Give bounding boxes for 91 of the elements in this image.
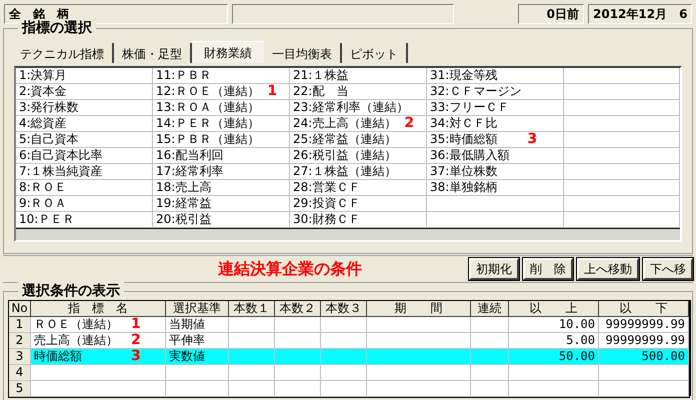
column-header[interactable]: 期 間 xyxy=(367,301,471,317)
annotation-number: 2 xyxy=(131,333,141,348)
table-cell: 500.00 xyxy=(642,349,685,363)
days-ago-field: 0日前 xyxy=(518,4,584,24)
column-header[interactable]: No xyxy=(9,301,31,317)
table-cell: 10.00 xyxy=(558,317,595,331)
indicator-item[interactable]: 12:ＲＯＥ（連結） xyxy=(156,84,260,99)
indicator-item[interactable]: 14:ＰＥＲ（連結） xyxy=(156,116,260,131)
indicator-item[interactable]: 1:決算月 xyxy=(19,68,67,83)
indicator-item[interactable]: 11:ＰＢＲ xyxy=(156,68,212,83)
indicator-item[interactable]: 24:売上高（連結） xyxy=(293,116,396,131)
tab[interactable]: 一目均衡表 xyxy=(264,43,342,63)
table-row[interactable]: 2 売上高（連結） 2 平伸率 5.00 99999999.99 xyxy=(9,333,689,349)
indicator-item[interactable]: 6:自己資本比率 xyxy=(19,148,103,163)
table-cell: 50.00 xyxy=(558,349,595,363)
column-header[interactable]: 連続 xyxy=(471,301,509,317)
table-cell: 平伸率 xyxy=(169,333,205,347)
indicator-item[interactable]: 5:自己資本 xyxy=(19,132,79,147)
indicator-item[interactable]: 38:単独銘柄 xyxy=(430,180,498,195)
annotation-number: 3 xyxy=(131,349,141,364)
indicator-item[interactable]: 8:ＲＯＥ xyxy=(19,180,67,195)
table-row[interactable]: 1 ＲＯＥ（連結） 1 当期値 10.00 99999999.99 xyxy=(9,317,689,333)
table-cell: 5.00 xyxy=(566,333,595,347)
column-header[interactable]: 本数２ xyxy=(275,301,321,317)
indicator-item[interactable]: 21:１株益 xyxy=(293,68,348,83)
table-cell: 1 xyxy=(16,317,24,331)
toolbar-button[interactable]: 初期化 xyxy=(469,258,519,280)
column-header[interactable]: 本数３ xyxy=(321,301,367,317)
table-cell: 実数値 xyxy=(169,349,205,363)
group-title: 指標の選択 xyxy=(18,19,96,37)
blank-field[interactable] xyxy=(232,4,454,24)
indicator-item[interactable]: 17:経常利率 xyxy=(156,164,224,179)
date-field: 2012年12月 6 xyxy=(588,4,692,24)
indicator-item[interactable]: 30:財務ＣＦ xyxy=(293,212,360,227)
table-cell: 売上高（連結） xyxy=(34,333,118,347)
table-cell: 99999999.99 xyxy=(606,317,685,331)
indicator-item[interactable]: 19:経常益 xyxy=(156,196,212,211)
table-row[interactable]: 5 xyxy=(9,381,689,397)
column-header[interactable]: 本数１ xyxy=(229,301,275,317)
column-header[interactable]: 以 上 xyxy=(509,301,599,317)
indicator-item[interactable]: 15:ＰＢＲ（連結） xyxy=(156,132,260,147)
condition-title: 連結決算企業の条件 xyxy=(218,258,362,280)
column-header[interactable]: 選択基準 xyxy=(166,301,229,317)
indicator-item[interactable]: 25:経常益（連結） xyxy=(293,132,396,147)
indicator-item[interactable]: 16:配当利回 xyxy=(156,148,224,163)
indicator-item[interactable]: 33:フリーＣＦ xyxy=(430,100,510,115)
table-row[interactable]: 4 xyxy=(9,365,689,381)
indicator-item[interactable]: 7:１株当純資産 xyxy=(19,164,103,179)
table-cell: 4 xyxy=(16,365,24,379)
table-cell: ＲＯＥ（連結） xyxy=(34,317,118,331)
indicator-item[interactable]: 3:発行株数 xyxy=(19,100,79,115)
table-cell: 99999999.99 xyxy=(606,333,685,347)
column-header[interactable]: 以 下 xyxy=(599,301,689,317)
indicator-item[interactable]: 22:配 当 xyxy=(293,84,348,99)
indicator-item[interactable]: 27:１株益（連結） xyxy=(293,164,396,179)
annotation-number: 1 xyxy=(267,84,278,99)
annotation-number: 1 xyxy=(131,317,141,332)
table-cell: 時価総額 xyxy=(34,349,82,363)
indicator-item[interactable]: 4:総資産 xyxy=(19,116,67,131)
table-cell: 当期値 xyxy=(169,317,205,331)
tab[interactable]: テクニカル指標 xyxy=(12,43,114,63)
annotation-number: 3 xyxy=(527,132,538,147)
indicator-item[interactable]: 10:ＰＥＲ xyxy=(19,212,74,227)
indicator-item[interactable]: 37:単位株数 xyxy=(430,164,498,179)
group-title: 選択条件の表示 xyxy=(18,282,124,300)
indicator-item[interactable]: 23:経常利率（連結） xyxy=(293,100,408,115)
indicator-item[interactable]: 18:売上高 xyxy=(156,180,212,195)
indicator-item[interactable]: 20:税引益 xyxy=(156,212,212,227)
table-cell: 3 xyxy=(16,349,24,363)
indicator-item[interactable]: 35:時価総額 xyxy=(430,132,498,147)
table-cell: 5 xyxy=(16,381,24,395)
table-row[interactable]: 3 時価総額 3 実数値 50.00 500.00 xyxy=(9,349,689,365)
annotation-number: 2 xyxy=(404,116,414,131)
indicator-item[interactable]: 31:現金等残 xyxy=(430,68,498,83)
indicator-item[interactable]: 28:営業ＣＦ xyxy=(293,180,360,195)
toolbar-button[interactable]: 上へ移動 xyxy=(577,258,639,280)
tab[interactable]: ピボット xyxy=(342,43,408,63)
indicator-item[interactable]: 32:ＣＦマージン xyxy=(430,84,522,99)
indicator-item[interactable]: 9:ＲＯＡ xyxy=(19,196,67,211)
indicator-item[interactable]: 13:ＲＯＡ（連結） xyxy=(156,100,260,115)
table-cell: 2 xyxy=(16,333,24,347)
indicator-item[interactable]: 34:対ＣＦ比 xyxy=(430,116,498,131)
scrollbar[interactable] xyxy=(690,300,692,396)
indicator-item[interactable]: 29:投資ＣＦ xyxy=(293,196,360,211)
tab[interactable]: 財務業績 xyxy=(192,41,264,63)
indicator-item[interactable]: 36:最低購入額 xyxy=(430,148,510,163)
toolbar-button[interactable]: 下へ移 xyxy=(643,258,693,280)
indicator-item[interactable]: 26:税引益（連結） xyxy=(293,148,396,163)
indicator-item[interactable]: 2:資本金 xyxy=(19,84,67,99)
toolbar-button[interactable]: 削 除 xyxy=(523,258,573,280)
column-header[interactable]: 指 標 名 xyxy=(31,301,166,317)
